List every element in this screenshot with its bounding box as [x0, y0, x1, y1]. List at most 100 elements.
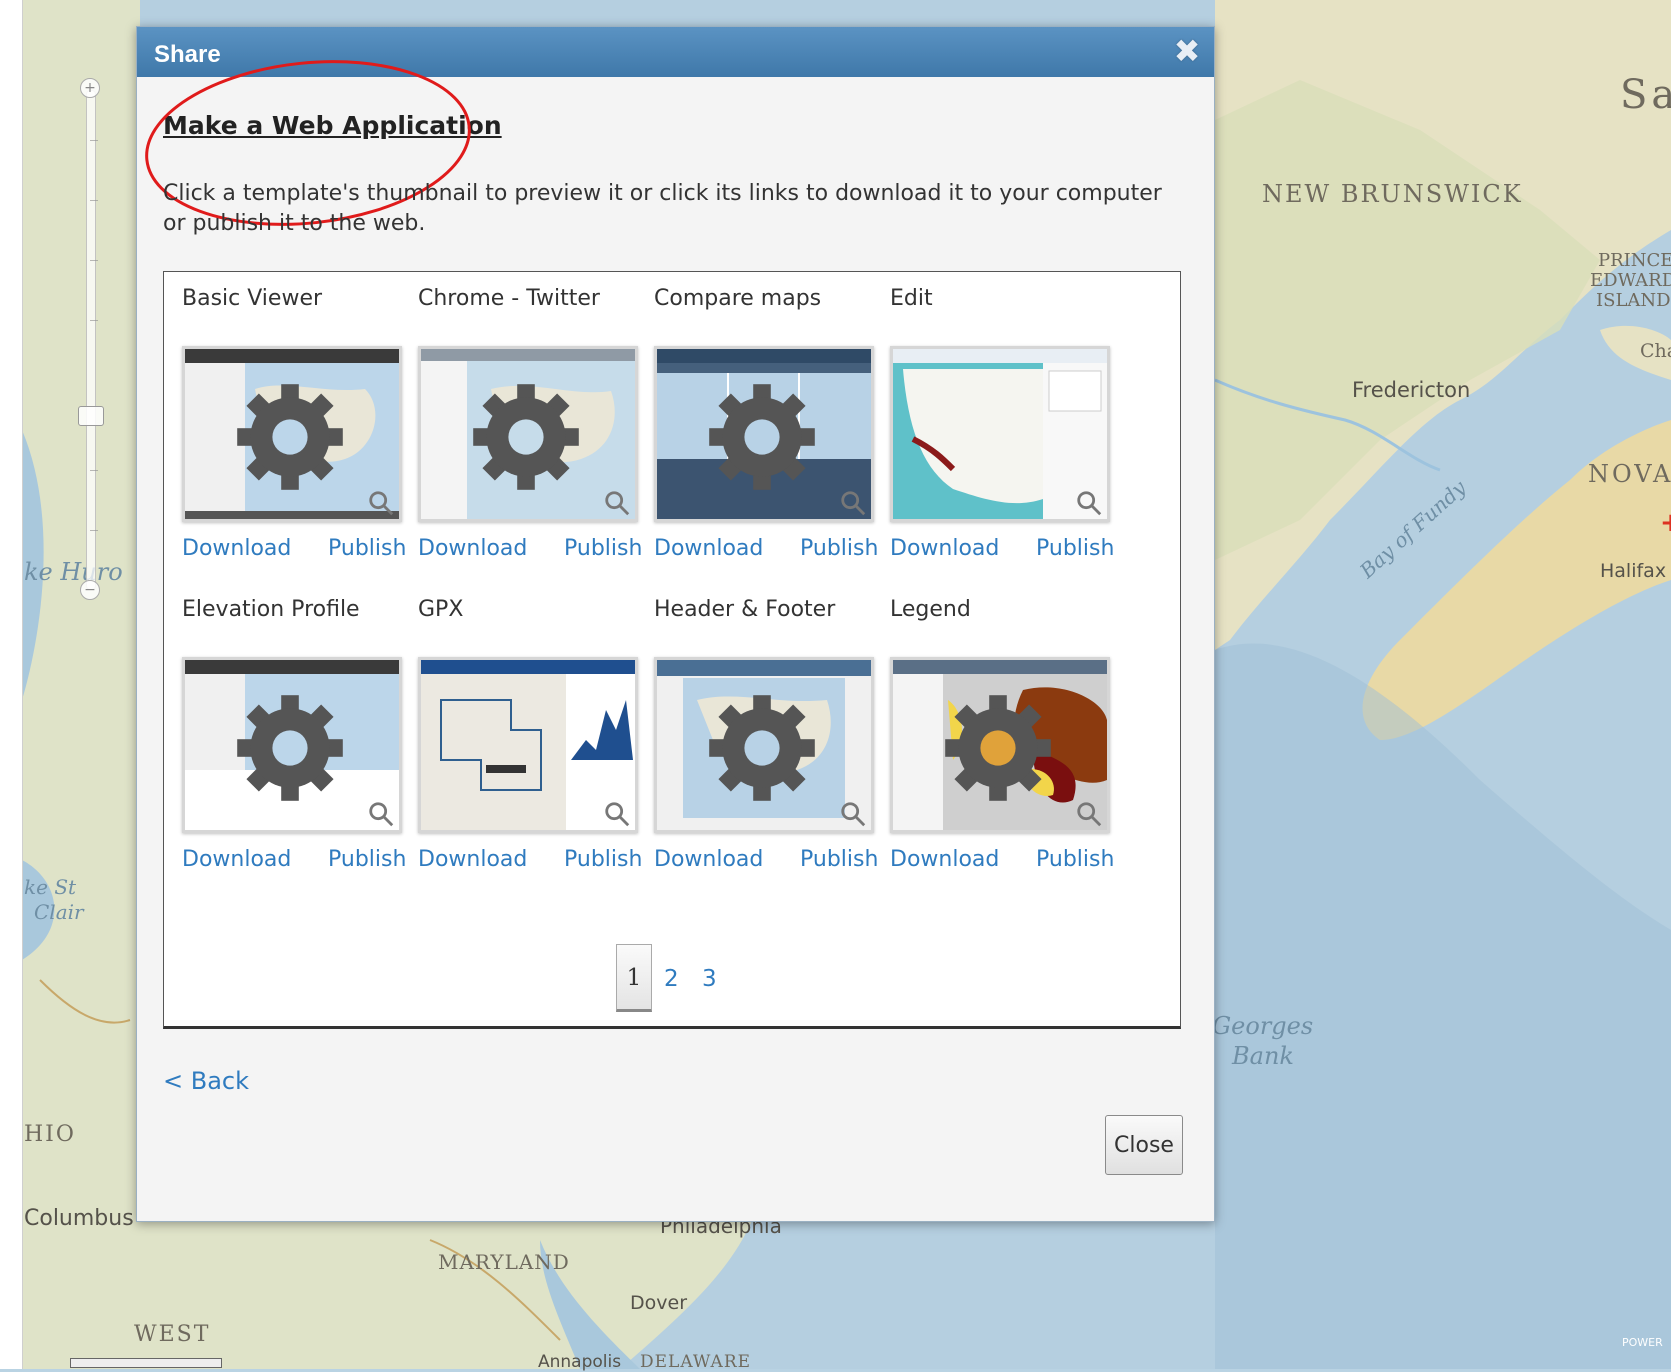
template-header-footer: Header & Footer Download Publish	[654, 597, 884, 872]
template-thumbnail[interactable]	[418, 657, 638, 833]
publish-link[interactable]: Publish	[564, 536, 642, 561]
dialog-titlebar[interactable]: Share ✖	[137, 27, 1214, 77]
publish-link[interactable]: Publish	[328, 536, 406, 561]
template-thumbnail[interactable]	[654, 346, 874, 522]
map-label-sa: Sa	[1620, 72, 1671, 118]
map-label-dover: Dover	[630, 1292, 687, 1314]
publish-link[interactable]: Publish	[328, 847, 406, 872]
gear-icon	[473, 384, 579, 490]
template-name: Basic Viewer	[182, 286, 323, 311]
download-link[interactable]: Download	[182, 536, 291, 561]
template-name: Elevation Profile	[182, 597, 360, 622]
zoom-tick	[90, 530, 98, 531]
publish-link[interactable]: Publish	[564, 847, 642, 872]
template-thumbnail[interactable]	[654, 657, 874, 833]
map-label-prince: PRINCE	[1598, 250, 1671, 271]
page-3-button[interactable]: 3	[702, 944, 717, 1014]
download-link[interactable]: Download	[890, 847, 999, 872]
publish-link[interactable]: Publish	[1036, 847, 1114, 872]
map-label-west: WEST	[134, 1322, 211, 1347]
template-edit: Edit Download Publish	[890, 286, 1120, 561]
template-basic-viewer: Basic Viewer Download Publish	[182, 286, 412, 561]
template-thumbnail[interactable]	[182, 346, 402, 522]
map-label-cha: Cha	[1640, 340, 1671, 362]
magnifier-icon	[369, 802, 394, 827]
template-name: Legend	[890, 597, 971, 622]
magnifier-icon	[605, 491, 630, 516]
map-label-bank: Bank	[1232, 1042, 1294, 1070]
template-thumbnail[interactable]	[418, 346, 638, 522]
template-legend: Legend Download Publish	[890, 597, 1120, 872]
map-label-island: ISLAND	[1596, 290, 1671, 311]
template-gpx: GPX Download Publish	[418, 597, 648, 872]
map-label-lake-huron: ke Huro	[24, 558, 123, 586]
map-label-ohio: HIO	[24, 1122, 76, 1147]
page-1-button[interactable]: 1	[616, 944, 652, 1012]
template-name: Header & Footer	[654, 597, 836, 622]
make-web-application-heading: Make a Web Application	[163, 111, 502, 140]
download-link[interactable]: Download	[182, 847, 291, 872]
map-label-fredericton: Fredericton	[1352, 378, 1471, 402]
instructions-text: Click a template's thumbnail to preview …	[163, 181, 1162, 236]
dialog-title: Share	[154, 41, 221, 68]
template-chrome-twitter: Chrome - Twitter Download Publish	[418, 286, 648, 561]
zoom-tick	[90, 320, 98, 321]
template-name: Compare maps	[654, 286, 822, 311]
map-label-columbus: Columbus	[24, 1206, 134, 1231]
gear-icon	[709, 695, 815, 801]
download-link[interactable]: Download	[418, 536, 527, 561]
gear-icon	[945, 695, 1051, 801]
gear-icon	[237, 384, 343, 490]
map-label-new-brunswick: NEW BRUNSWICK	[1262, 180, 1523, 208]
template-thumbnail[interactable]	[890, 346, 1110, 522]
template-compare-maps: Compare maps Download Publish	[654, 286, 884, 561]
download-link[interactable]: Download	[418, 847, 527, 872]
magnifier-icon	[369, 491, 394, 516]
map-label-clair: Clair	[34, 900, 84, 924]
zoom-slider-handle[interactable]	[78, 406, 104, 426]
zoom-tick	[90, 200, 98, 201]
gear-icon	[237, 695, 343, 801]
share-dialog: Share ✖ Make a Web Application Click a t…	[136, 26, 1215, 1222]
gear-icon	[709, 384, 815, 490]
publish-link[interactable]: Publish	[1036, 536, 1114, 561]
magnifier-icon	[841, 802, 866, 827]
magnifier-icon	[605, 802, 630, 827]
magnifier-icon	[1077, 491, 1102, 516]
left-panel-strip	[0, 0, 23, 1369]
zoom-tick	[90, 260, 98, 261]
template-name: Edit	[890, 286, 933, 311]
publish-link[interactable]: Publish	[800, 536, 878, 561]
magnifier-icon	[1077, 802, 1102, 827]
zoom-tick	[90, 470, 98, 471]
map-label-annapolis: Annapolis	[538, 1352, 622, 1372]
zoom-tick	[90, 140, 98, 141]
map-label-georges: Georges	[1212, 1012, 1314, 1040]
map-label-delaware: DELAWARE	[640, 1352, 752, 1372]
zoom-in-button[interactable]: +	[80, 78, 100, 98]
download-link[interactable]: Download	[654, 536, 763, 561]
template-name: Chrome - Twitter	[418, 286, 600, 311]
download-link[interactable]: Download	[654, 847, 763, 872]
zoom-out-button[interactable]: −	[80, 580, 100, 600]
template-name: GPX	[418, 597, 464, 622]
zoom-slider-track[interactable]	[86, 90, 96, 590]
template-thumbnail[interactable]	[890, 657, 1110, 833]
template-thumbnail[interactable]	[182, 657, 402, 833]
close-button[interactable]: Close	[1105, 1115, 1183, 1175]
location-marker-icon: +	[1660, 508, 1671, 538]
map-label-nova: NOVA	[1588, 460, 1671, 488]
back-link[interactable]: < Back	[163, 1067, 249, 1095]
template-elevation-profile: Elevation Profile Download Publish	[182, 597, 412, 872]
close-x-icon[interactable]: ✖	[1172, 35, 1202, 67]
map-label-maryland: MARYLAND	[438, 1250, 570, 1274]
map-label-lake-st: ke St	[24, 875, 77, 899]
scale-bar	[70, 1358, 222, 1368]
magnifier-icon	[841, 491, 866, 516]
map-label-halifax: Halifax	[1600, 560, 1667, 582]
map-label-edward: EDWARD	[1590, 270, 1671, 291]
template-gallery: Basic Viewer Download Publish Chrome - T…	[163, 271, 1181, 1029]
download-link[interactable]: Download	[890, 536, 999, 561]
page-2-button[interactable]: 2	[664, 944, 679, 1014]
publish-link[interactable]: Publish	[800, 847, 878, 872]
